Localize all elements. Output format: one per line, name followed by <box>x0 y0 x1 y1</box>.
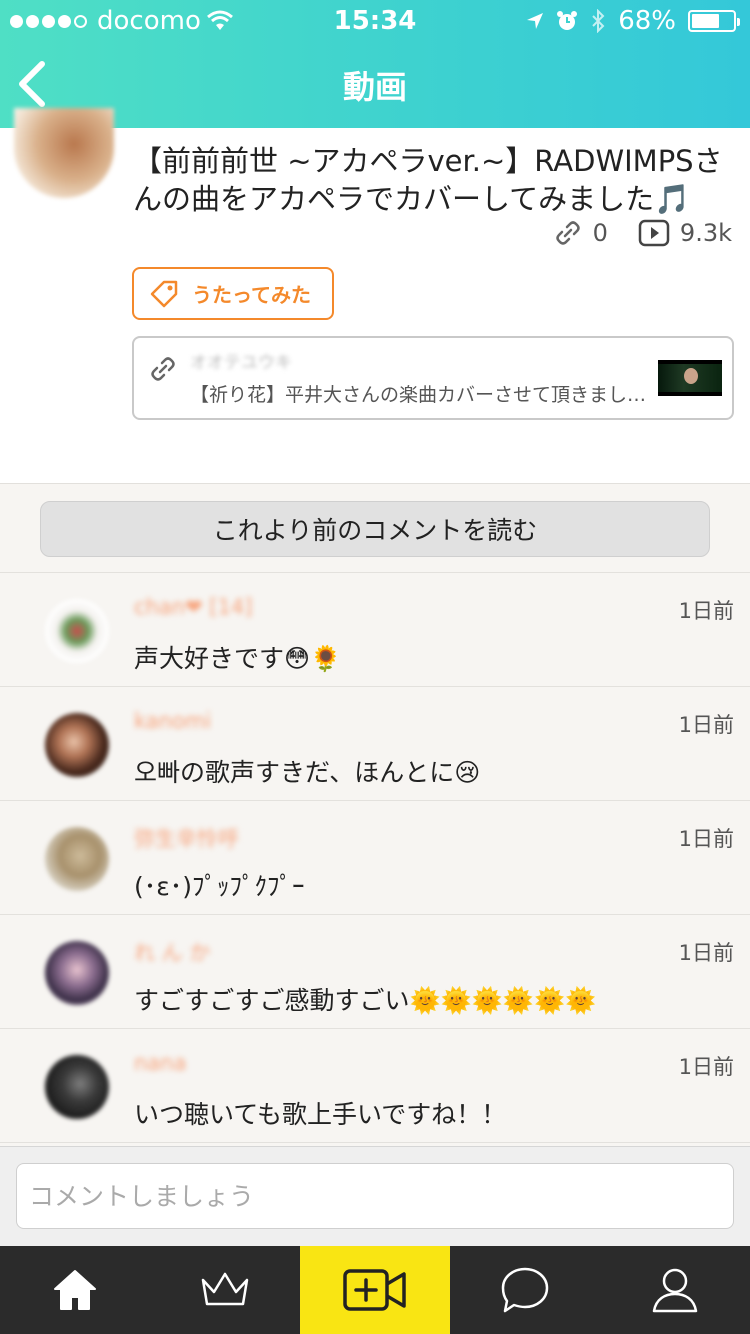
comment-time: 1日前 <box>678 941 734 965</box>
battery-percent: 68% <box>618 6 676 36</box>
status-bar: docomo 15:34 68% <box>0 0 750 40</box>
related-video-thumbnail <box>658 360 722 396</box>
comment-text: (･ε･)ﾌﾟｯﾌﾟｸﾌﾟｰ <box>134 872 305 901</box>
tag-chip[interactable]: うたってみた <box>132 267 334 320</box>
post-stats: 0 9.3k <box>533 218 732 248</box>
share-count: 0 <box>592 219 608 247</box>
comment-text: 声大好きです😳🌻 <box>134 644 342 673</box>
commenter-name[interactable]: kanomi <box>134 709 211 733</box>
bluetooth-icon <box>592 9 605 33</box>
tab-profile[interactable] <box>600 1246 750 1334</box>
comment-item: 弥生辛怜呼 1日前 (･ε･)ﾌﾟｯﾌﾟｸﾌﾟｰ <box>0 801 750 915</box>
commenter-avatar[interactable] <box>45 599 109 663</box>
comment-input-bar <box>0 1146 750 1246</box>
comment-item: れ ん か 1日前 すごすごすご感動すごい🌞🌞🌞🌞🌞🌞 <box>0 915 750 1029</box>
post-author-avatar[interactable] <box>14 108 114 198</box>
comment-time: 1日前 <box>678 1055 734 1079</box>
related-video-author: オオテユウキ <box>190 353 292 373</box>
crown-icon <box>201 1272 249 1306</box>
chat-bubble-icon <box>501 1267 549 1313</box>
commenter-name[interactable]: 弥生辛怜呼 <box>134 823 239 853</box>
home-icon <box>54 1270 96 1310</box>
share-stat[interactable]: 0 <box>553 218 608 248</box>
tab-post-video[interactable] <box>300 1246 450 1334</box>
location-arrow-icon <box>527 13 544 29</box>
page-title: 動画 <box>342 68 407 106</box>
battery-icon <box>688 10 740 32</box>
comment-time: 1日前 <box>678 713 734 737</box>
comment-time: 1日前 <box>678 599 734 623</box>
comment-time: 1日前 <box>678 827 734 851</box>
tab-ranking[interactable] <box>150 1246 300 1334</box>
tab-chat[interactable] <box>450 1246 600 1334</box>
video-plus-icon <box>343 1269 406 1311</box>
video-post: 【前前前世 ~アカペラver.~】RADWIMPSさんの曲をアカペラでカバーして… <box>0 108 750 484</box>
status-right: 68% <box>526 6 740 36</box>
commenter-avatar[interactable] <box>45 941 109 1005</box>
comment-text: 오빠の歌声すきだ、ほんとに😢 <box>134 758 481 787</box>
related-video-title: 【祈り花】平井大さんの楽曲カバーさせて頂きました... <box>190 384 660 406</box>
related-video-card[interactable]: オオテユウキ 【祈り花】平井大さんの楽曲カバーさせて頂きました... <box>132 336 734 420</box>
comment-item: kanomi 1日前 오빠の歌声すきだ、ほんとに😢 <box>0 687 750 801</box>
comment-input[interactable] <box>16 1163 734 1229</box>
commenter-avatar[interactable] <box>45 1055 109 1119</box>
commenter-name[interactable]: れ ん か <box>134 937 210 967</box>
tag-icon <box>150 280 178 307</box>
link-icon <box>151 357 175 381</box>
commenter-avatar[interactable] <box>45 713 109 777</box>
comment-item: nana 1日前 いつ聴いても歌上手いですね！！ <box>0 1029 750 1143</box>
post-title: 【前前前世 ~アカペラver.~】RADWIMPSさんの曲をアカペラでカバーして… <box>133 144 723 216</box>
commenter-name[interactable]: nana <box>134 1051 186 1075</box>
play-stat: 9.3k <box>638 219 732 247</box>
battery-level-fill <box>692 14 719 28</box>
load-older-comments-button[interactable]: これより前のコメントを読む <box>40 501 710 557</box>
link-icon <box>555 221 580 245</box>
comment-text: いつ聴いても歌上手いですね！！ <box>134 1100 507 1129</box>
tab-home[interactable] <box>0 1246 150 1334</box>
bottom-tab-bar <box>0 1246 750 1334</box>
comment-text: すごすごすご感動すごい🌞🌞🌞🌞🌞🌞 <box>134 986 597 1015</box>
commenter-avatar[interactable] <box>45 827 109 891</box>
play-count: 9.3k <box>679 219 732 247</box>
comment-item: chan❤ [14] 1日前 声大好きです😳🌻 <box>0 573 750 687</box>
commenter-name[interactable]: chan❤ [14] <box>134 595 252 619</box>
tag-label: うたってみた <box>192 283 311 307</box>
play-icon <box>638 219 670 247</box>
profile-icon <box>652 1268 698 1313</box>
alarm-clock-icon <box>557 11 578 30</box>
